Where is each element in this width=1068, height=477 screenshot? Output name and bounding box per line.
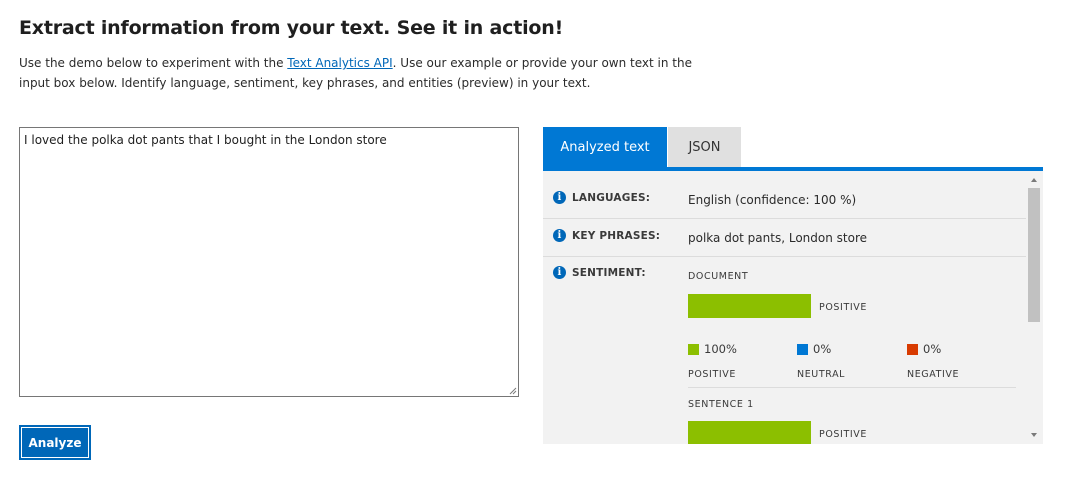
key-phrases-value: polka dot pants, London store xyxy=(688,231,867,245)
sentence-sentiment-tag: POSITIVE xyxy=(819,429,867,440)
key-phrases-label-text: KEY PHRASES: xyxy=(572,229,661,242)
neutral-percent: 0% xyxy=(813,342,832,356)
negative-swatch xyxy=(907,343,918,355)
sentence-divider xyxy=(688,387,1016,388)
info-icon[interactable]: i xyxy=(553,229,566,242)
negative-caption: NEGATIVE xyxy=(907,369,960,380)
text-input[interactable] xyxy=(20,128,518,396)
negative-percent: 0% xyxy=(923,342,942,356)
languages-row: i LANGUAGES: English (confidence: 100 %) xyxy=(543,181,1026,219)
scroll-up-arrow-icon[interactable] xyxy=(1031,178,1037,182)
scroll-down-arrow-icon[interactable] xyxy=(1031,433,1037,437)
document-heading: DOCUMENT xyxy=(688,271,749,282)
intro-paragraph: Use the demo below to experiment with th… xyxy=(19,53,709,93)
resize-grip-icon[interactable] xyxy=(509,387,517,395)
positive-percent: 100% xyxy=(704,342,737,356)
positive-caption: POSITIVE xyxy=(688,369,736,380)
tab-analyzed-text[interactable]: Analyzed text xyxy=(543,127,667,167)
languages-label: i LANGUAGES: xyxy=(553,191,650,204)
neutral-caption: NEUTRAL xyxy=(797,369,846,380)
sentence-sentiment-bar xyxy=(688,421,811,444)
results-scrollbar[interactable] xyxy=(1026,171,1043,444)
legend-neutral: 0% xyxy=(797,342,831,356)
legend-negative: 0% xyxy=(907,342,941,356)
info-icon[interactable]: i xyxy=(553,266,566,279)
tab-json[interactable]: JSON xyxy=(668,127,741,167)
analyze-button[interactable]: Analyze xyxy=(19,425,91,460)
sentiment-label: i SENTIMENT: xyxy=(553,266,646,279)
text-analytics-api-link[interactable]: Text Analytics API xyxy=(287,56,392,70)
key-phrases-row: i KEY PHRASES: polka dot pants, London s… xyxy=(543,219,1026,257)
info-icon[interactable]: i xyxy=(553,191,566,204)
positive-swatch xyxy=(688,343,699,355)
scroll-thumb[interactable] xyxy=(1028,188,1040,322)
languages-label-text: LANGUAGES: xyxy=(572,191,651,204)
neutral-swatch xyxy=(797,343,808,355)
key-phrases-label: i KEY PHRASES: xyxy=(553,229,660,242)
sentiment-label-text: SENTIMENT: xyxy=(572,266,646,279)
analysis-results-panel: i LANGUAGES: English (confidence: 100 %)… xyxy=(543,171,1043,444)
intro-text-start: Use the demo below to experiment with th… xyxy=(19,56,288,70)
languages-value: English (confidence: 100 %) xyxy=(688,193,857,207)
legend-positive: 100% xyxy=(688,342,737,356)
page-title: Extract information from your text. See … xyxy=(19,17,564,39)
document-sentiment-bar xyxy=(688,294,811,318)
sentence-heading: SENTENCE 1 xyxy=(688,399,754,410)
text-input-box xyxy=(19,127,519,397)
document-sentiment-tag: POSITIVE xyxy=(819,302,867,313)
